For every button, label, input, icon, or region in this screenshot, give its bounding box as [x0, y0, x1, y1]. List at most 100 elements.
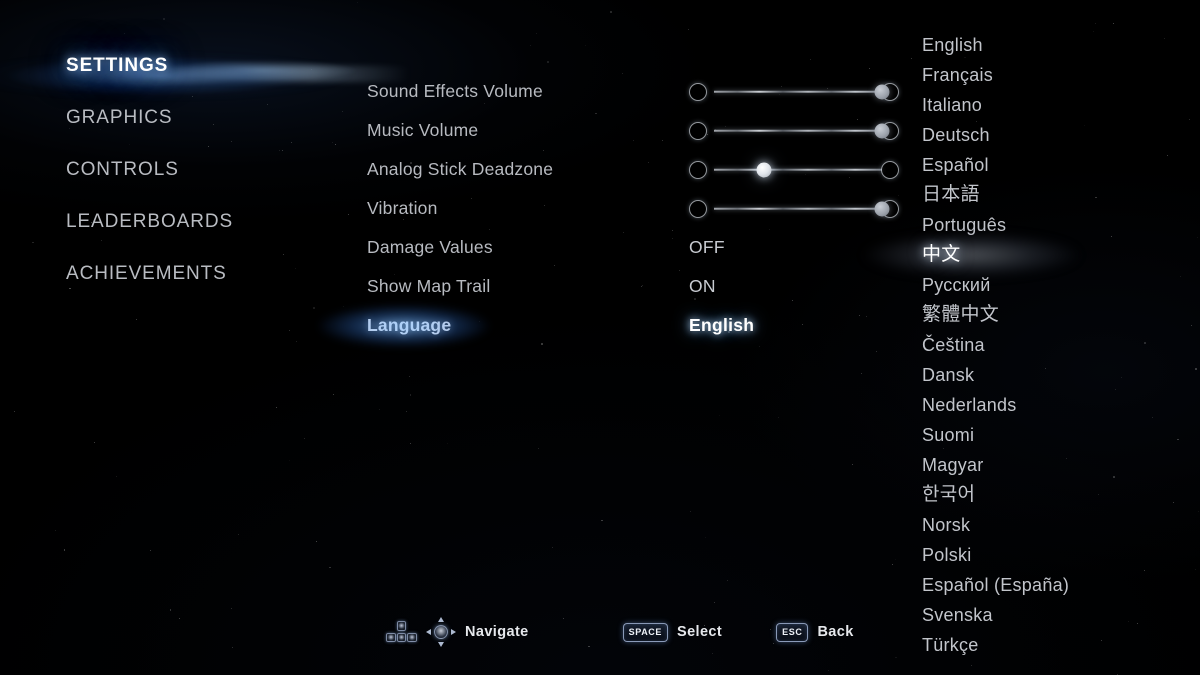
language-list-item[interactable]: English	[922, 30, 1200, 60]
star-dot	[891, 563, 893, 565]
volume-slider[interactable]	[689, 79, 899, 105]
star-dot	[230, 608, 232, 610]
language-list-item[interactable]: Español	[922, 150, 1200, 180]
language-list-item[interactable]: Deutsch	[922, 120, 1200, 150]
language-list-item[interactable]: Magyar	[922, 450, 1200, 480]
option-row[interactable]: Analog Stick Deadzone	[367, 150, 899, 189]
language-list-item[interactable]: Nederlands	[922, 390, 1200, 420]
star-dot	[719, 414, 721, 416]
star-dot	[115, 476, 117, 478]
language-list-item[interactable]: Português	[922, 210, 1200, 240]
slider-track[interactable]	[714, 207, 882, 210]
star-dot	[136, 319, 138, 321]
slider-knob[interactable]	[874, 201, 890, 216]
language-item-label: English	[922, 35, 983, 55]
slider-track[interactable]	[714, 129, 882, 132]
option-value[interactable]: English	[689, 315, 754, 336]
language-list-item[interactable]: Dansk	[922, 360, 1200, 390]
option-label: Language	[367, 315, 452, 335]
language-list-item[interactable]: Norsk	[922, 510, 1200, 540]
option-row[interactable]: Music Volume	[367, 111, 899, 150]
language-list-item[interactable]: Русский	[922, 270, 1200, 300]
language-item-label: Español	[922, 155, 989, 175]
language-list-item[interactable]: 中文	[864, 233, 1200, 277]
option-row[interactable]: Show Map Trail ON	[367, 267, 887, 306]
volume-slider[interactable]	[689, 118, 899, 144]
option-row[interactable]: Language English	[319, 304, 887, 347]
star-dot	[93, 442, 95, 444]
star-dot	[971, 664, 973, 666]
star-dot	[333, 394, 335, 396]
language-item-label: Português	[922, 215, 1007, 235]
language-item-label: Polski	[922, 545, 972, 565]
star-dot	[304, 437, 306, 439]
language-item-label: Français	[922, 65, 994, 85]
sidebar-item-settings[interactable]: SETTINGS	[66, 56, 336, 75]
star-dot	[827, 670, 829, 671]
language-list-item[interactable]: Suomi	[922, 420, 1200, 450]
language-list-item[interactable]: Čeština	[922, 330, 1200, 360]
star-dot	[163, 18, 166, 20]
volume-slider[interactable]	[689, 157, 899, 183]
language-list-item[interactable]: Italiano	[922, 90, 1200, 120]
sidebar-item-leaderboards[interactable]: LEADERBOARDS	[66, 212, 336, 231]
star-dot	[13, 410, 15, 412]
slider-knob[interactable]	[874, 84, 890, 99]
star-dot	[63, 549, 66, 551]
option-row[interactable]: Sound Effects Volume	[367, 72, 899, 111]
option-label: Damage Values	[367, 237, 493, 257]
star-dot	[169, 609, 172, 611]
language-list-item[interactable]: 日本語	[922, 180, 1200, 210]
star-dot	[409, 394, 412, 397]
language-item-label: Norsk	[922, 515, 971, 535]
esc-key-icon[interactable]: ESC	[776, 622, 809, 642]
sidebar-item-achievements[interactable]: ACHIEVEMENTS	[66, 264, 336, 283]
sidebar-item-controls[interactable]: CONTROLS	[66, 160, 336, 179]
star-dot	[1094, 22, 1096, 24]
slider-knob[interactable]	[756, 162, 772, 177]
option-value[interactable]: ON	[689, 276, 716, 297]
language-list-item[interactable]: Svenska	[922, 600, 1200, 630]
sidebar-item-graphics[interactable]: GRAPHICS	[66, 108, 336, 127]
language-list-item[interactable]: Türkçe	[922, 630, 1200, 660]
hint-select: SPACE Select	[622, 612, 723, 652]
star-dot	[348, 214, 350, 216]
option-value[interactable]: OFF	[689, 237, 725, 258]
slider-track[interactable]	[714, 168, 882, 171]
option-row[interactable]: Vibration	[367, 189, 899, 228]
star-dot	[898, 194, 900, 196]
settings-options-list: Sound Effects Volume Music Volume Analog S…	[319, 72, 899, 347]
volume-slider[interactable]	[689, 196, 899, 222]
language-list-item[interactable]: Español (España)	[922, 570, 1200, 600]
star-dot	[342, 110, 344, 112]
option-row[interactable]: Damage Values OFF	[367, 228, 887, 267]
star-dot	[610, 11, 612, 13]
slider-knob[interactable]	[874, 123, 890, 138]
star-dot	[537, 447, 539, 449]
hint-select-label: Select	[677, 624, 723, 640]
language-item-label: 繁體中文	[922, 304, 1000, 325]
star-dot	[378, 408, 380, 410]
language-item-label: Русский	[922, 275, 991, 295]
slider-min-cap-icon[interactable]	[689, 160, 707, 179]
language-item-label: 中文	[922, 244, 961, 265]
language-item-label: Suomi	[922, 425, 975, 445]
language-list-item[interactable]: Français	[922, 60, 1200, 90]
language-item-label: Deutsch	[922, 125, 990, 145]
language-item-label: 日本語	[922, 184, 980, 205]
slider-min-cap-icon[interactable]	[689, 82, 707, 101]
star-dot	[711, 652, 713, 654]
space-key-icon[interactable]: SPACE	[622, 622, 668, 642]
star-dot	[552, 547, 553, 548]
language-list-item[interactable]: 한국어	[922, 480, 1200, 510]
language-list-item[interactable]: Polski	[922, 540, 1200, 570]
star-dot	[535, 33, 537, 35]
slider-min-cap-icon[interactable]	[689, 121, 707, 140]
slider-min-cap-icon[interactable]	[689, 199, 707, 218]
language-list-item[interactable]: 繁體中文	[922, 300, 1200, 330]
slider-track[interactable]	[714, 90, 882, 93]
sidebar-nav: SETTINGS GRAPHICS CONTROLS LEADERBOARDS ACHI…	[66, 56, 336, 316]
language-item-label: Nederlands	[922, 395, 1017, 415]
slider-max-cap-icon[interactable]	[881, 160, 899, 179]
star-dot	[410, 442, 412, 444]
